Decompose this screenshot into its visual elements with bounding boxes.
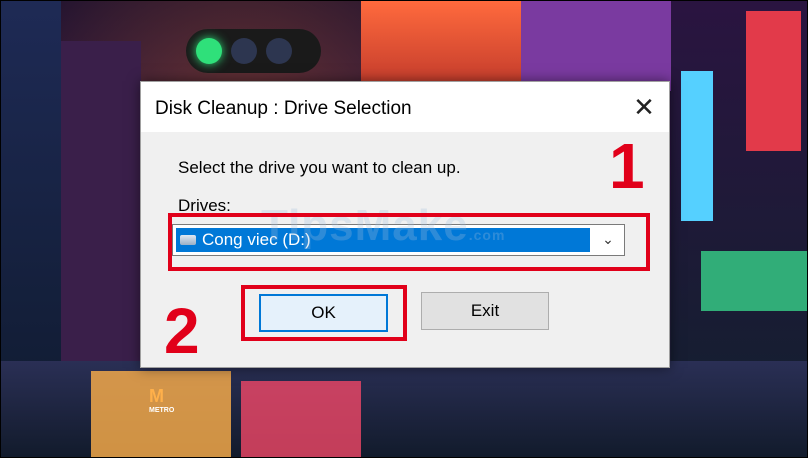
instruction-text: Select the drive you want to clean up.: [178, 158, 461, 177]
off-lamp: [266, 38, 292, 64]
background-building: [701, 251, 807, 311]
metro-sign: M METRO: [149, 386, 174, 414]
background-building: [241, 381, 361, 457]
screenshot-frame: M METRO Disk Cleanup : Drive Selection ✕…: [0, 0, 808, 458]
metro-sign-caption: METRO: [149, 407, 175, 414]
metro-sign-letter: M: [149, 386, 164, 406]
background-building: [361, 1, 521, 91]
background-building: [91, 371, 231, 457]
step-number-1: 1: [609, 130, 645, 202]
background-building: [681, 71, 713, 221]
close-icon: ✕: [633, 91, 655, 122]
drive-highlight-box: [168, 213, 650, 271]
title-bar: Disk Cleanup : Drive Selection ✕: [141, 82, 669, 132]
off-lamp: [231, 38, 257, 64]
close-button[interactable]: ✕: [619, 82, 669, 132]
dialog-title: Disk Cleanup : Drive Selection: [155, 98, 412, 119]
background-building: [746, 11, 801, 151]
step-number-2: 2: [164, 295, 200, 367]
ok-highlight-box: [241, 285, 407, 341]
background-building: [521, 1, 671, 91]
green-lamp: [196, 38, 222, 64]
exit-button[interactable]: Exit: [421, 292, 549, 330]
traffic-light-icon: [186, 29, 321, 73]
